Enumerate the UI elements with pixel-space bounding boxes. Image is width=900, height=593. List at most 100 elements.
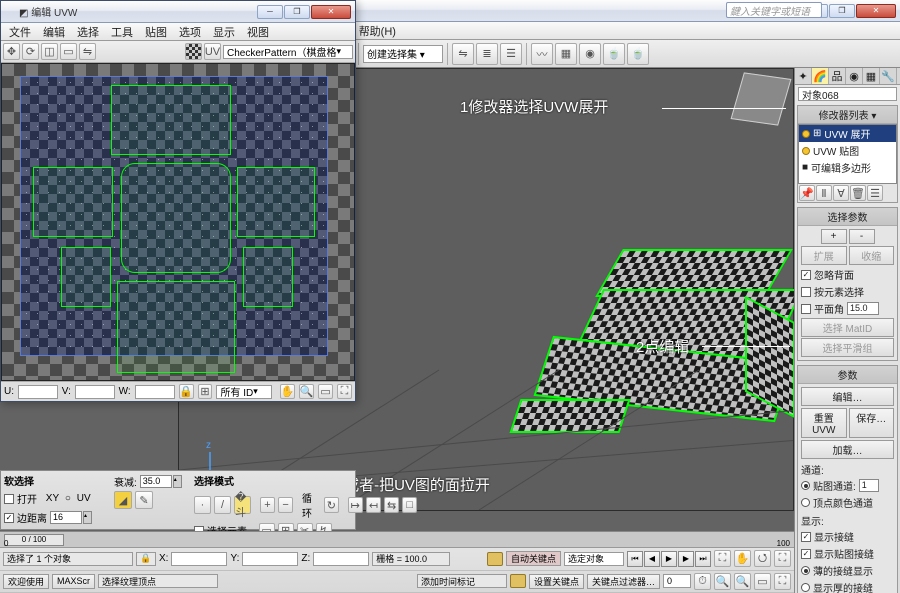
remove-mod-icon[interactable]: 🗑 xyxy=(850,185,866,201)
x-field[interactable] xyxy=(171,552,227,566)
modify-tab[interactable]: 🌈 xyxy=(812,68,829,84)
uv-canvas[interactable] xyxy=(1,63,355,381)
playback-controls[interactable]: ⏮ ◀ ▶ ▶ ⏭ xyxy=(627,551,711,567)
uvw-editor-window[interactable]: ◩ 编辑 UVW ─ ❐ ✕ 文件 编辑 选择 工具 贴图 选项 显示 视图 ✥… xyxy=(0,0,356,402)
tool-icon[interactable]: ⇆ xyxy=(384,497,399,513)
config-icon[interactable]: ☰ xyxy=(867,185,883,201)
min-button[interactable]: ─ xyxy=(257,5,283,19)
brush-icon[interactable]: ✎ xyxy=(135,491,153,509)
fov-icon[interactable]: 🔍 xyxy=(734,573,751,590)
uv-icon[interactable]: UV xyxy=(204,43,221,60)
material-editor-icon[interactable]: ◉ xyxy=(579,43,601,65)
falloff-icon[interactable]: ◢ xyxy=(114,491,132,509)
pan-icon[interactable]: ✋ xyxy=(280,384,295,399)
modifier-stack[interactable]: ⊞UVW 展开 UVW 贴图 ■可编辑多边形 xyxy=(798,124,897,184)
autokey-button[interactable]: 自动关键点 xyxy=(506,551,561,566)
edit-button[interactable]: 编辑… xyxy=(801,387,894,406)
schematic-icon[interactable]: ▦ xyxy=(555,43,577,65)
z-field[interactable] xyxy=(313,552,369,566)
align-icon[interactable]: ≣ xyxy=(476,43,498,65)
ignore-backfacing-checkbox[interactable]: ✓忽略背面 xyxy=(801,266,894,283)
viewcube[interactable] xyxy=(731,72,792,125)
show-end-icon[interactable]: Ⅱ xyxy=(816,185,832,201)
shrink-sel-button[interactable]: - xyxy=(849,229,875,244)
hierarchy-tab[interactable]: 品 xyxy=(829,68,846,84)
scale-icon[interactable]: ◫ xyxy=(41,43,58,60)
modifier-list-dropdown[interactable]: 修改器列表 ▾ xyxy=(798,106,897,124)
close-button[interactable]: ✕ xyxy=(856,4,896,18)
tool-icon[interactable]: ↦ xyxy=(348,497,363,513)
y-field[interactable] xyxy=(242,552,298,566)
tool-icon[interactable]: □ xyxy=(402,497,417,513)
save-button[interactable]: 保存… xyxy=(849,408,895,438)
freeform-icon[interactable]: ▭ xyxy=(60,43,77,60)
display-tab[interactable]: ▦ xyxy=(863,68,880,84)
layer-icon[interactable]: ☰ xyxy=(500,43,522,65)
tool-icon[interactable]: ↤ xyxy=(366,497,381,513)
key-icon[interactable] xyxy=(510,574,526,588)
goto-start-icon[interactable]: ⏮ xyxy=(627,551,643,567)
loop-icon[interactable]: ↻ xyxy=(324,497,339,513)
modifier-item[interactable]: ■可编辑多边形 xyxy=(799,159,896,176)
by-element-checkbox[interactable]: 按元素选择 xyxy=(801,283,894,300)
help-search[interactable]: 鍵入关键字或短语 xyxy=(726,2,822,18)
pin-stack-icon[interactable]: 📌 xyxy=(799,185,815,201)
time-config-icon[interactable]: ⏱ xyxy=(694,573,711,590)
menu-item[interactable]: 帮助(H) xyxy=(353,21,402,41)
pan-icon[interactable]: ✋ xyxy=(734,550,751,567)
mirror-icon[interactable]: ⇋ xyxy=(452,43,474,65)
lock-icon[interactable]: 🔒 xyxy=(179,384,194,399)
current-frame[interactable]: 0 xyxy=(663,574,691,588)
arc-rotate-icon[interactable]: ⭯ xyxy=(754,550,771,567)
motion-tab[interactable]: ◉ xyxy=(846,68,863,84)
uvw-menubar[interactable]: 文件 编辑 选择 工具 贴图 选项 显示 视图 xyxy=(1,23,355,41)
modifier-item[interactable]: UVW 贴图 xyxy=(799,142,896,159)
mirror-icon[interactable]: ⇋ xyxy=(79,43,96,60)
vertex-color-radio[interactable]: 顶点颜色通道 xyxy=(801,494,894,511)
play-icon[interactable]: ▶ xyxy=(661,551,677,567)
unique-icon[interactable]: ∀ xyxy=(833,185,849,201)
fit-icon[interactable]: ⛶ xyxy=(337,384,352,399)
object-name-field[interactable]: 对象068 xyxy=(798,87,897,101)
reset-uvw-button[interactable]: 重置 UVW xyxy=(801,408,847,438)
prev-frame-icon[interactable]: ◀ xyxy=(644,551,660,567)
zoom-region-icon[interactable]: ▭ xyxy=(318,384,333,399)
min-max-icon[interactable]: ⛶ xyxy=(774,573,791,590)
setkey-button[interactable]: 设置关键点 xyxy=(529,574,584,589)
zoom-icon[interactable]: 🔍 xyxy=(299,384,314,399)
maximize-vp-icon[interactable]: ⛶ xyxy=(774,550,791,567)
goto-end-icon[interactable]: ⏭ xyxy=(695,551,711,567)
face-mode-icon[interactable]: �斗 xyxy=(234,496,251,514)
named-sel-set[interactable]: 创建选择集 ▾ xyxy=(363,45,443,63)
modifier-item[interactable]: ⊞UVW 展开 xyxy=(799,125,896,142)
minus-icon[interactable]: − xyxy=(278,497,293,513)
zoom-icon[interactable]: 🔍 xyxy=(714,573,731,590)
map-channel-radio[interactable]: 贴图通道:1 xyxy=(801,477,894,494)
restore-button[interactable]: ❐ xyxy=(284,5,310,19)
load-button[interactable]: 加载… xyxy=(801,440,894,459)
checker-dropdown[interactable]: CheckerPattern（棋盘格 ▾ xyxy=(223,45,353,59)
curve-editor-icon[interactable]: 〰 xyxy=(531,43,553,65)
command-panel-tabs[interactable]: ✦ 🌈 品 ◉ ▦ 🔧 xyxy=(795,68,900,85)
time-slider[interactable]: 0 / 100 0 100 xyxy=(0,532,794,548)
rotate-icon[interactable]: ⟳ xyxy=(22,43,39,60)
close-button[interactable]: ✕ xyxy=(311,5,351,19)
matid-dropdown[interactable]: 所有 ID ▾ xyxy=(216,385,272,399)
next-frame-icon[interactable]: ▶ xyxy=(678,551,694,567)
create-tab[interactable]: ✦ xyxy=(795,68,812,84)
vertex-mode-icon[interactable]: · xyxy=(194,496,211,514)
planar-angle-checkbox[interactable]: 平面角15.0 xyxy=(801,300,894,317)
key-icon[interactable] xyxy=(487,552,503,566)
render-setup-icon[interactable]: 🍵 xyxy=(603,43,625,65)
keyfilter-button[interactable]: 关键点过滤器… xyxy=(587,574,660,589)
zoom-ext-icon[interactable]: ⛶ xyxy=(714,550,731,567)
utilities-tab[interactable]: 🔧 xyxy=(880,68,897,84)
render-icon[interactable]: 🍵 xyxy=(627,43,649,65)
restore-button[interactable]: ❐ xyxy=(829,4,855,18)
grow-sel-button[interactable]: + xyxy=(821,229,847,244)
region-zoom-icon[interactable]: ▭ xyxy=(754,573,771,590)
edge-mode-icon[interactable]: / xyxy=(214,496,231,514)
uvw-titlebar[interactable]: ◩ 编辑 UVW ─ ❐ ✕ xyxy=(1,1,355,23)
pixel-snap-icon[interactable]: ⊞ xyxy=(198,384,213,399)
plus-icon[interactable]: + xyxy=(260,497,275,513)
